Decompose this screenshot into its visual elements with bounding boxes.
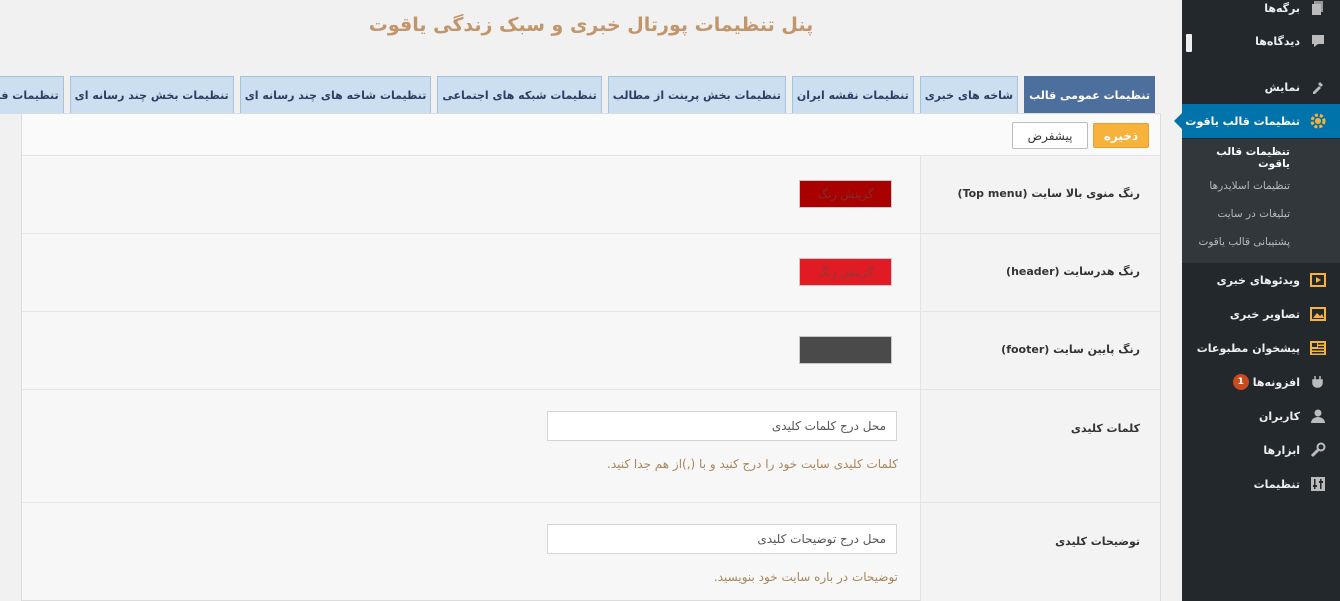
sidebar-item-press-desk[interactable]: پیشخوان مطبوعات bbox=[1182, 331, 1340, 365]
reset-default-button[interactable]: پیشفرض bbox=[1012, 122, 1088, 149]
submenu-item-support[interactable]: پشتیبانی قالب یاقوت bbox=[1182, 228, 1340, 256]
description-hint: توضیحات در باره سایت خود بنویسید. bbox=[713, 570, 898, 584]
description-label: توضیحات کلیدی bbox=[1055, 535, 1140, 548]
newspaper-icon bbox=[1308, 338, 1328, 358]
save-button[interactable]: ذخیره bbox=[1093, 123, 1149, 148]
main-content: پنل تنظیمات پورتال خبری و سبک زندگی یاقو… bbox=[0, 0, 1182, 601]
comments-icon bbox=[1308, 31, 1328, 51]
sidebar-submenu: تنظیمات قالب یاقوت تنظیمات اسلایدرها تبل… bbox=[1182, 139, 1340, 263]
keywords-input[interactable] bbox=[547, 411, 897, 441]
sidebar-item-yaghoot-settings[interactable]: تنظیمات قالب یاقوت bbox=[1174, 104, 1340, 138]
sidebar-item-label: تنظیمات bbox=[1253, 477, 1300, 491]
header-color-label: رنگ هدرسایت (header) bbox=[1006, 265, 1140, 278]
tab-general[interactable]: تنظیمات عمومی قالب bbox=[1024, 76, 1155, 114]
gear-icon bbox=[1308, 111, 1328, 131]
sidebar-item-label: افزونه‌ها bbox=[1252, 375, 1300, 389]
setting-row-header-color: رنگ هدرسایت (header) گزینش رنگ bbox=[22, 234, 1160, 312]
sidebar-item-news-videos[interactable]: ویدئوهای خبری bbox=[1182, 263, 1340, 297]
image-icon bbox=[1308, 304, 1328, 324]
users-icon bbox=[1308, 406, 1328, 426]
sidebar-item-users[interactable]: کاربران bbox=[1182, 399, 1340, 433]
panel-toolbar: ذخیره پیشفرض bbox=[22, 114, 1160, 156]
sidebar-item-label: پیشخوان مطبوعات bbox=[1196, 341, 1300, 355]
plugin-icon bbox=[1308, 372, 1328, 392]
tab-iran-map[interactable]: تنظیمات نقشه ایران bbox=[791, 76, 914, 114]
header-color-picker[interactable]: گزینش رنگ bbox=[799, 258, 892, 286]
sidebar-item-settings[interactable]: تنظیمات bbox=[1182, 467, 1340, 501]
setting-label-cell: کلمات کلیدی bbox=[920, 390, 1160, 502]
sidebar-item-label: نمایش bbox=[1264, 80, 1300, 94]
submenu-item-theme-settings[interactable]: تنظیمات قالب یاقوت bbox=[1182, 144, 1340, 172]
sidebar-item-appearance[interactable]: نمایش bbox=[1182, 70, 1340, 104]
tab-news-categories[interactable]: شاخه های خبری bbox=[919, 76, 1019, 114]
sidebar-item-label: برگه‌ها bbox=[1264, 1, 1300, 15]
setting-label-cell: رنگ هدرسایت (header) bbox=[920, 234, 1160, 311]
tab-multimedia[interactable]: تنظیمات بخش چند رسانه ای bbox=[69, 76, 234, 114]
setting-label-cell: رنگ پایین سایت (footer) bbox=[920, 312, 1160, 389]
footer-color-label: رنگ پایین سایت (footer) bbox=[1001, 343, 1140, 356]
sidebar-item-label: تنظیمات قالب یاقوت bbox=[1185, 114, 1300, 128]
setting-label-cell: رنگ منوی بالا سایت (Top menu) bbox=[920, 156, 1160, 233]
sidebar-item-tools[interactable]: ابزارها bbox=[1182, 433, 1340, 467]
settings-tabs: تنظیمات عمومی قالب شاخه های خبری تنظیمات… bbox=[0, 76, 1155, 114]
sidebar-item-pages[interactable]: برگه‌ها bbox=[1182, 0, 1340, 25]
sidebar-item-news-images[interactable]: تصاویر خبری bbox=[1182, 297, 1340, 331]
appearance-icon bbox=[1308, 77, 1328, 97]
update-count-badge: 1 bbox=[1232, 374, 1249, 390]
setting-row-description: توضیحات کلیدی توضیحات در باره سایت خود ب… bbox=[22, 503, 1160, 601]
tab-news-feed[interactable]: تنظیمات فید خبرها bbox=[0, 76, 64, 114]
admin-sidebar: برگه‌ها دیدگاه‌ها نمایش تنظیمات قالب یاق… bbox=[1174, 0, 1340, 601]
submenu-item-ads[interactable]: تبلیغات در سایت bbox=[1182, 200, 1340, 228]
setting-label-cell: توضیحات کلیدی bbox=[920, 503, 1160, 601]
color-picker-text: گزینش رنگ bbox=[817, 265, 874, 279]
submenu-item-sliders[interactable]: تنظیمات اسلایدرها bbox=[1182, 172, 1340, 200]
keywords-label: کلمات کلیدی bbox=[1070, 422, 1140, 435]
page-title: پنل تنظیمات پورتال خبری و سبک زندگی یاقو… bbox=[368, 14, 814, 36]
settings-icon bbox=[1308, 474, 1328, 494]
description-input[interactable] bbox=[547, 524, 897, 554]
tools-icon bbox=[1308, 440, 1328, 460]
sidebar-item-label: دیدگاه‌ها bbox=[1255, 34, 1300, 48]
sidebar-item-comments[interactable]: دیدگاه‌ها bbox=[1182, 24, 1340, 58]
sidebar-item-plugins[interactable]: افزونه‌ها 1 bbox=[1182, 365, 1340, 399]
sidebar-item-label: تصاویر خبری bbox=[1229, 307, 1300, 321]
footer-color-picker[interactable] bbox=[799, 336, 892, 364]
sidebar-item-label: کاربران bbox=[1259, 409, 1300, 423]
sidebar-item-label: ویدئوهای خبری bbox=[1216, 273, 1300, 287]
keywords-hint: کلمات کلیدی سایت خود را درج کنید و با (,… bbox=[607, 457, 898, 471]
color-picker-text: گزینش رنگ bbox=[817, 187, 874, 201]
pages-icon bbox=[1308, 0, 1328, 18]
top-menu-color-label: رنگ منوی بالا سایت (Top menu) bbox=[957, 187, 1140, 200]
setting-row-keywords: کلمات کلیدی کلمات کلیدی سایت خود را درج … bbox=[22, 390, 1160, 503]
tab-social-networks[interactable]: تنظیمات شبکه های اجتماعی bbox=[437, 76, 602, 114]
tab-multimedia-categories[interactable]: تنظیمات شاخه های چند رسانه ای bbox=[239, 76, 432, 114]
sidebar-item-label: ابزارها bbox=[1263, 443, 1300, 457]
settings-panel: ذخیره پیشفرض رنگ منوی بالا سایت (Top men… bbox=[21, 113, 1161, 601]
setting-row-footer-color: رنگ پایین سایت (footer) bbox=[22, 312, 1160, 390]
top-menu-color-picker[interactable]: گزینش رنگ bbox=[799, 180, 892, 208]
tab-print[interactable]: تنظیمات بخش پرینت از مطالب bbox=[607, 76, 786, 114]
video-icon bbox=[1308, 270, 1328, 290]
setting-row-top-menu-color: رنگ منوی بالا سایت (Top menu) گزینش رنگ bbox=[22, 156, 1160, 234]
